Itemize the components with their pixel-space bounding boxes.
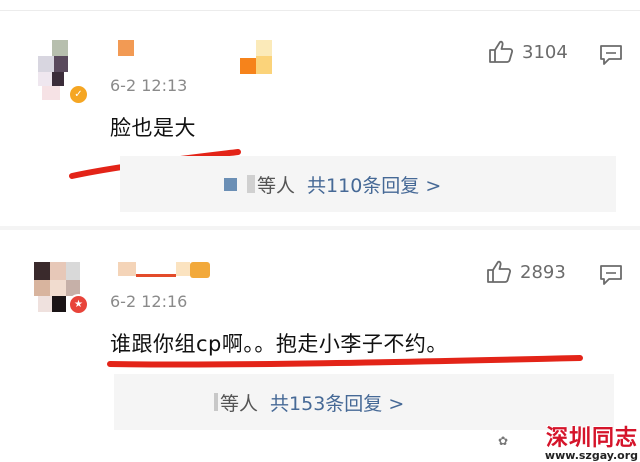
comment-text: 脸也是大 [110,116,196,140]
avatar[interactable]: ✓ [34,40,89,105]
like-count: 2893 [520,261,566,283]
like-button[interactable]: 3104 [488,40,568,64]
star-badge-icon: ★ [68,294,89,315]
reply-comment-icon[interactable] [599,264,623,286]
avatar[interactable]: ★ [34,262,89,326]
replier-avatar-icon [224,177,237,191]
thumbs-up-icon [489,40,514,63]
watermark-url: www.szgay.org [544,449,638,462]
red-underline-marker [107,355,583,368]
view-replies-link[interactable]: 共153条回复 > [270,389,404,416]
thumbs-up-icon [487,260,512,283]
wechat-icon: ✿ [498,434,509,448]
repliers-label: 等人 [257,174,296,197]
replies-summary[interactable]: 等人 共110条回复 > [120,156,616,212]
watermark: ✿ 深圳同志 www.szgay.org [498,420,638,462]
repliers-label: 等人 [220,392,259,415]
comment-time: 6-2 12:13 [110,76,188,95]
comment-1: ✓ 6-2 12:13 脸也是大 3104 等人 共110条回复 > [0,10,640,225]
view-replies-link[interactable]: 共110条回复 > [307,171,441,198]
reply-comment-icon[interactable] [599,44,623,66]
like-count: 3104 [522,41,568,63]
like-button[interactable]: 2893 [486,260,566,284]
comment-2: ★ 6-2 12:16 谁跟你组cp啊。。抱走小李子不约。 2893 等人 共1… [0,230,640,462]
watermark-title: 深圳同志 [545,426,638,451]
comment-time: 6-2 12:16 [110,292,188,311]
verified-badge-icon: ✓ [68,84,89,105]
